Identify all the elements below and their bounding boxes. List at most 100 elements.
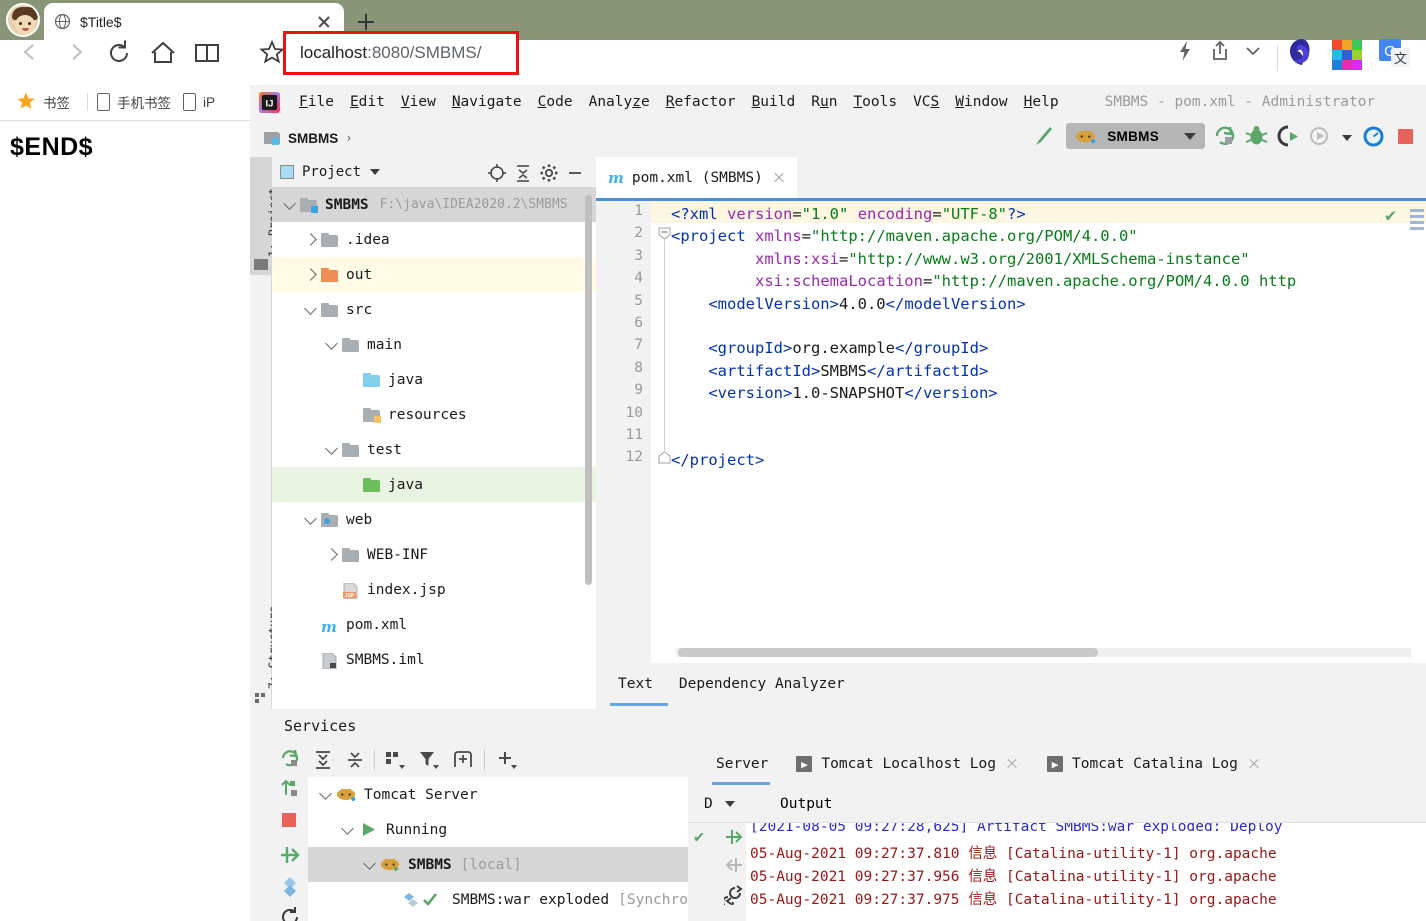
menu-code[interactable]: Code	[530, 94, 581, 110]
tab-server[interactable]: Server	[702, 743, 782, 785]
menu-tools[interactable]: Tools	[845, 94, 905, 110]
chevron-down-icon[interactable]	[1240, 38, 1266, 67]
chevron-down-icon[interactable]	[1184, 132, 1196, 140]
menu-window[interactable]: Window	[947, 94, 1015, 110]
refresh-icon[interactable]	[278, 905, 302, 921]
avatar[interactable]	[6, 3, 40, 37]
rerun-failed-icon[interactable]	[278, 777, 302, 801]
tree-row[interactable]: web	[272, 502, 596, 537]
editor-code[interactable]: <?xml version="1.0" encoding="UTF-8"?> <p…	[671, 201, 1426, 663]
menu-build[interactable]: Build	[744, 94, 804, 110]
chevron-down-icon[interactable]	[320, 336, 342, 350]
tree-row[interactable]: resources	[272, 397, 596, 432]
tab-text[interactable]: Text	[610, 676, 668, 706]
grammarly-icon[interactable]	[1286, 36, 1318, 71]
menu-file[interactable]: File	[291, 94, 342, 110]
chevron-down-icon[interactable]	[320, 441, 342, 455]
tree-row[interactable]: SMBMS.iml	[272, 642, 596, 677]
menu-edit[interactable]: Edit	[342, 94, 393, 110]
tree-row[interactable]: .idea	[272, 222, 596, 257]
chevron-down-icon[interactable]	[299, 301, 321, 315]
tree-row[interactable]: JSP index.jsp	[272, 572, 596, 607]
group-by-icon[interactable]	[384, 749, 410, 771]
breadcrumb[interactable]: SMBMS	[288, 131, 338, 146]
tree-row[interactable]: main	[272, 327, 596, 362]
editor-tab-pom-xml[interactable]: m pom.xml (SMBMS)	[596, 157, 797, 199]
menu-vcs[interactable]: VCS	[905, 94, 947, 110]
scroll-to-end-icon[interactable]	[724, 827, 744, 851]
tree-row[interactable]: test	[272, 432, 596, 467]
menu-run[interactable]: Run	[803, 94, 845, 110]
editor-body[interactable]: 1 2 3 4 5 6 7 8 9 10 11 12 <?xml version="1.0" enco…	[596, 201, 1426, 663]
locate-target-icon[interactable]	[487, 163, 513, 183]
project-tree-scrollbar[interactable]	[585, 195, 592, 585]
edit-config-icon[interactable]	[278, 875, 302, 899]
output-console[interactable]: [2021-08-05 09:27:28,625] Artifact SMBMS…	[746, 823, 1426, 921]
color-grid-icon[interactable]	[1332, 40, 1362, 73]
menu-help[interactable]: Help	[1016, 94, 1067, 110]
chevron-down-icon[interactable]	[336, 821, 358, 835]
services-tree-row[interactable]: SMBMS [local]	[308, 847, 688, 882]
chevron-down-icon[interactable]	[724, 800, 735, 807]
reload-icon[interactable]	[104, 38, 134, 71]
services-tree-row[interactable]: SMBMS:war exploded [Synchro	[308, 882, 688, 917]
fold-end-icon[interactable]	[658, 451, 671, 468]
sidebar-item-project[interactable]: 1: Project	[250, 157, 280, 275]
star-outline-icon[interactable]	[258, 38, 286, 69]
chevron-down-icon[interactable]	[278, 196, 300, 210]
bookmark-item[interactable]: 书签	[14, 91, 80, 114]
chevron-down-icon[interactable]	[370, 169, 381, 175]
close-icon[interactable]	[1247, 757, 1261, 771]
rerun-icon[interactable]	[278, 747, 302, 771]
soft-wrap-icon[interactable]	[722, 885, 744, 909]
editor-hscrollbar[interactable]	[678, 648, 1098, 657]
share-icon[interactable]	[1207, 38, 1233, 67]
menu-navigate[interactable]: Navigate	[444, 94, 530, 110]
home-icon[interactable]	[148, 38, 178, 71]
lightning-icon[interactable]	[1172, 38, 1198, 67]
services-tree-row[interactable]: Running	[308, 812, 688, 847]
chevron-down-icon[interactable]	[314, 786, 336, 800]
gear-icon[interactable]	[539, 163, 565, 183]
collapse-all-icon[interactable]	[344, 749, 370, 771]
services-tree-row[interactable]: Tomcat Server	[308, 777, 688, 812]
chevron-right-icon[interactable]	[299, 233, 321, 246]
bookmark-item[interactable]: iP	[181, 93, 225, 111]
expand-all-icon[interactable]	[312, 749, 338, 771]
bookmark-item[interactable]: 手机书签	[95, 92, 181, 112]
menu-analyze[interactable]: Analyze	[581, 94, 658, 110]
tree-row[interactable]: m pom.xml	[272, 607, 596, 642]
tab-tomcat-localhost-log[interactable]: ▶ Tomcat Localhost Log	[782, 743, 1033, 785]
tab-tomcat-catalina-log[interactable]: ▶ Tomcat Catalina Log	[1033, 743, 1275, 785]
debug-bug-icon[interactable]	[1244, 124, 1269, 149]
menu-view[interactable]: View	[393, 94, 444, 110]
chevron-down-icon[interactable]	[358, 856, 380, 870]
close-icon[interactable]	[1005, 757, 1019, 771]
tree-row[interactable]: SMBMS F:\java\IDEA2020.2\SMBMS	[272, 187, 596, 222]
google-translate-icon[interactable]: G文	[1378, 38, 1412, 73]
tree-row[interactable]: src	[272, 292, 596, 327]
add-tab-icon[interactable]	[452, 749, 478, 771]
tree-row[interactable]: java	[272, 362, 596, 397]
deploy-icon[interactable]	[278, 843, 302, 867]
update-app-icon[interactable]	[1361, 124, 1386, 149]
close-icon[interactable]	[314, 12, 334, 32]
run-icon[interactable]	[1212, 124, 1237, 149]
chevron-right-icon[interactable]	[320, 548, 342, 561]
chevron-left-icon[interactable]	[16, 38, 44, 69]
hide-icon[interactable]	[565, 163, 591, 183]
run-configuration-selector[interactable]: SMBMS	[1066, 123, 1205, 149]
address-bar[interactable]: localhost:8080/SMBMS/	[283, 31, 519, 75]
close-icon[interactable]	[771, 170, 787, 186]
add-service-icon[interactable]	[496, 749, 522, 771]
output-dropdown[interactable]: D	[688, 796, 758, 812]
chevron-right-icon[interactable]	[62, 38, 90, 69]
stop-icon[interactable]	[278, 809, 302, 833]
filter-icon[interactable]	[418, 749, 444, 771]
menu-refactor[interactable]: Refactor	[658, 94, 744, 110]
build-hammer-icon[interactable]	[1030, 123, 1056, 149]
sidebar-item-structure[interactable]: 7: Structure	[250, 567, 280, 705]
scroll-to-start-icon[interactable]	[724, 855, 744, 879]
tab-dependency-analyzer[interactable]: Dependency Analyzer	[679, 676, 845, 697]
tree-row[interactable]: WEB-INF	[272, 537, 596, 572]
